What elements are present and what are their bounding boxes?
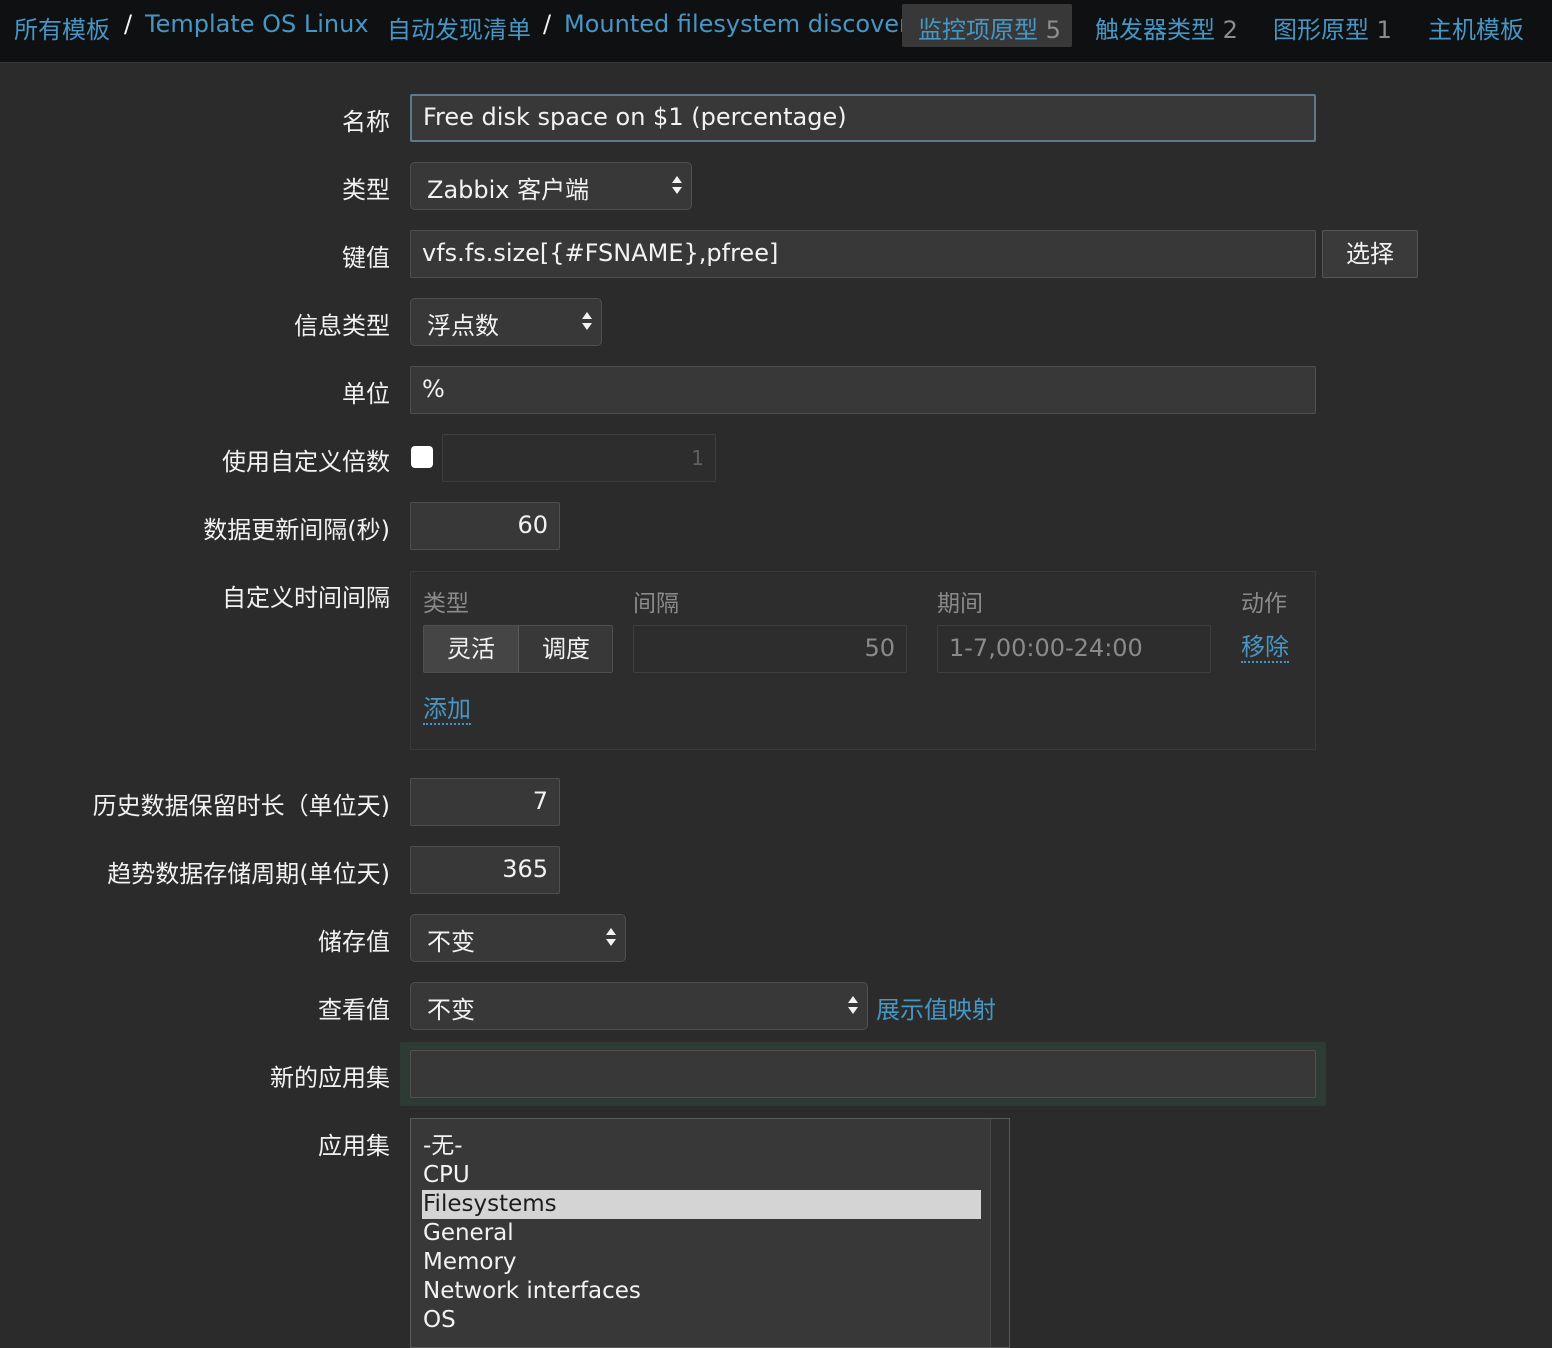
add-interval-link[interactable]: 添加 <box>423 695 471 725</box>
breadcrumb-all-templates[interactable]: 所有模板 <box>14 10 110 45</box>
application-option[interactable]: OS <box>422 1306 981 1335</box>
history-input[interactable]: 7 <box>410 778 560 826</box>
remove-interval-link[interactable]: 移除 <box>1241 633 1289 663</box>
tab-label: 监控项原型 <box>918 16 1038 44</box>
tab-trigger-prototypes[interactable]: 触发器类型 2 <box>1095 10 1238 45</box>
tab-label: 主机模板 <box>1428 16 1524 44</box>
key-input[interactable]: vfs.fs.size[{#FSNAME},pfree] <box>410 230 1316 278</box>
multiplier-value: 1 <box>691 446 704 470</box>
multiplier-label: 使用自定义倍数 <box>222 448 390 476</box>
col-header-interval: 间隔 <box>633 591 679 617</box>
history-value: 7 <box>532 787 548 815</box>
update-interval-input[interactable]: 60 <box>410 502 560 550</box>
update-interval-value: 60 <box>517 511 548 539</box>
interval-value: 50 <box>864 634 895 662</box>
units-input[interactable]: % <box>410 366 1316 414</box>
units-value: % <box>422 375 445 403</box>
multiplier-checkbox[interactable] <box>411 446 433 468</box>
update-interval-label: 数据更新间隔(秒) <box>203 516 390 544</box>
tab-label: 触发器类型 <box>1095 16 1215 44</box>
interval-type-toggle: 灵活 调度 <box>423 625 613 673</box>
period-value: 1-7,00:00-24:00 <box>949 634 1143 662</box>
trends-input[interactable]: 365 <box>410 846 560 894</box>
application-option[interactable]: -无- <box>422 1132 981 1161</box>
type-label: 类型 <box>342 176 390 204</box>
application-option[interactable]: CPU <box>422 1161 981 1190</box>
tab-count: 5 <box>1045 16 1061 44</box>
tab-graph-prototypes[interactable]: 图形原型 1 <box>1273 10 1392 45</box>
scheduling-option[interactable]: 调度 <box>519 626 612 672</box>
new-application-input[interactable] <box>410 1050 1316 1098</box>
value-mapping-link[interactable]: 展示值映射 <box>876 990 996 1025</box>
interval-input[interactable]: 50 <box>633 625 907 673</box>
name-value: Free disk space on $1 (percentage) <box>423 103 847 131</box>
tab-host-templates[interactable]: 主机模板 <box>1428 10 1524 45</box>
breadcrumb-separator: / <box>124 10 133 38</box>
tab-label: 图形原型 <box>1273 16 1369 44</box>
breadcrumb-discovery-rule[interactable]: Mounted filesystem discovery <box>564 10 923 38</box>
select-key-button[interactable]: 选择 <box>1322 230 1418 278</box>
show-value-select[interactable]: 不变 <box>410 982 868 1030</box>
store-value-value: 不变 <box>427 928 475 956</box>
flexible-option[interactable]: 灵活 <box>424 626 519 672</box>
breadcrumb-separator: / <box>543 10 552 38</box>
select-arrows-icon <box>606 928 616 946</box>
listbox-scrollbar[interactable] <box>990 1119 1009 1347</box>
tab-count: 2 <box>1222 16 1238 44</box>
top-navigation: 所有模板 / Template OS Linux 自动发现清单 / Mounte… <box>0 0 1552 63</box>
application-option-selected[interactable]: Filesystems <box>422 1190 981 1219</box>
select-arrows-icon <box>582 312 592 330</box>
new-application-label: 新的应用集 <box>270 1064 390 1092</box>
application-option[interactable]: Memory <box>422 1248 981 1277</box>
select-arrows-icon <box>848 996 858 1014</box>
breadcrumb-template[interactable]: Template OS Linux <box>145 10 369 38</box>
col-header-type: 类型 <box>423 591 469 617</box>
history-label: 历史数据保留时长（单位天) <box>92 792 390 820</box>
store-value-select[interactable]: 不变 <box>410 914 626 962</box>
name-input[interactable]: Free disk space on $1 (percentage) <box>410 94 1316 142</box>
info-type-label: 信息类型 <box>294 312 390 340</box>
application-option[interactable]: Network interfaces <box>422 1277 981 1306</box>
applications-listbox[interactable]: -无- CPU Filesystems General Memory Netwo… <box>410 1118 1010 1348</box>
show-value-label: 查看值 <box>318 996 390 1024</box>
type-value: Zabbix 客户端 <box>427 176 590 204</box>
key-value: vfs.fs.size[{#FSNAME},pfree] <box>422 239 779 267</box>
store-value-label: 储存值 <box>318 928 390 956</box>
show-value-value: 不变 <box>427 996 475 1024</box>
custom-intervals-label: 自定义时间间隔 <box>222 584 390 612</box>
custom-intervals-panel: 类型 间隔 期间 动作 灵活 调度 50 1-7,00:00-24:00 移除 … <box>410 571 1316 750</box>
multiplier-input[interactable]: 1 <box>442 434 716 482</box>
breadcrumb-discovery-list[interactable]: 自动发现清单 <box>387 10 531 45</box>
application-option[interactable]: General <box>422 1219 981 1248</box>
period-input[interactable]: 1-7,00:00-24:00 <box>937 625 1211 673</box>
units-label: 单位 <box>342 380 390 408</box>
info-type-select[interactable]: 浮点数 <box>410 298 602 346</box>
applications-label: 应用集 <box>318 1132 390 1160</box>
tab-count: 1 <box>1376 16 1392 44</box>
info-type-value: 浮点数 <box>427 312 499 340</box>
col-header-period: 期间 <box>937 591 983 617</box>
key-label: 键值 <box>342 244 390 272</box>
col-header-action: 动作 <box>1241 591 1287 617</box>
trends-value: 365 <box>502 855 548 883</box>
type-select[interactable]: Zabbix 客户端 <box>410 162 692 210</box>
tab-item-prototypes[interactable]: 监控项原型 5 <box>918 10 1061 45</box>
name-label: 名称 <box>342 108 390 136</box>
select-arrows-icon <box>672 176 682 194</box>
trends-label: 趋势数据存储周期(单位天) <box>107 860 390 888</box>
